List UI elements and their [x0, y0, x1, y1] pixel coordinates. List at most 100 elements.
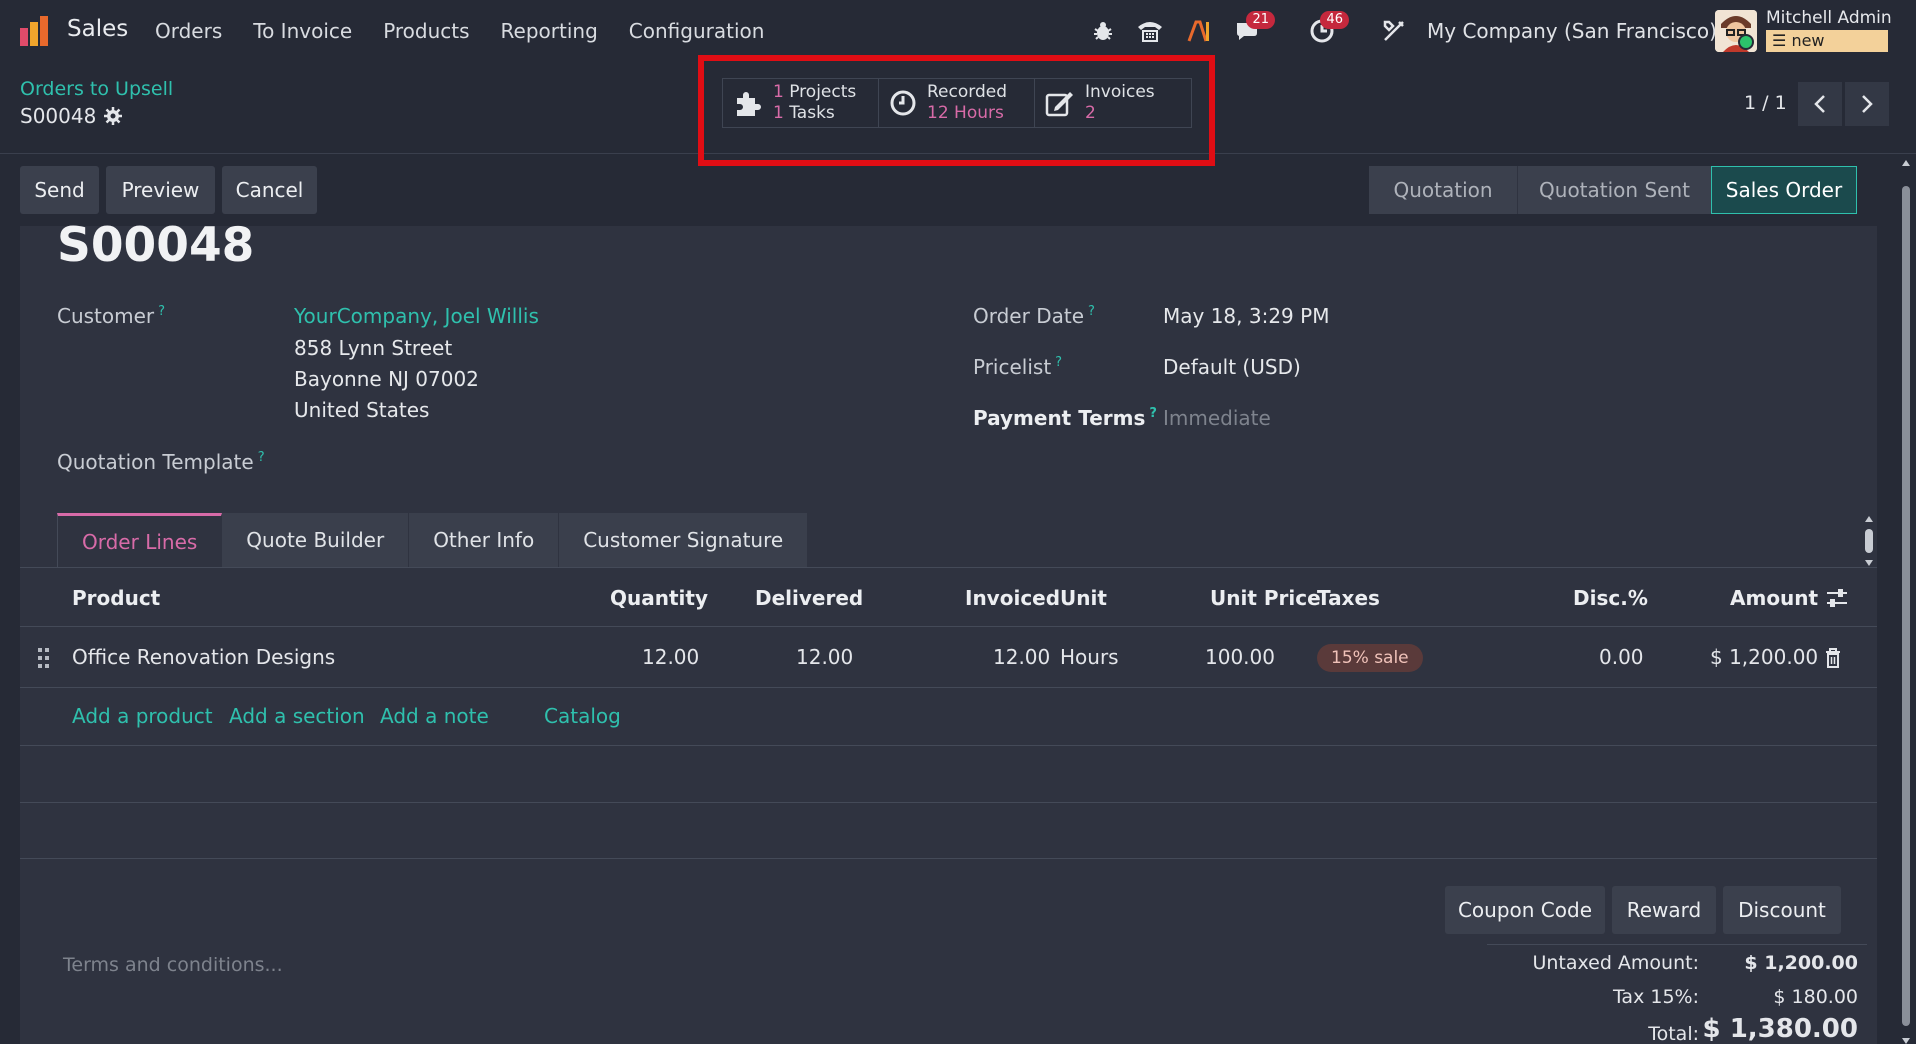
column-unit[interactable]: Unit — [1060, 586, 1107, 610]
menu-orders[interactable]: Orders — [155, 19, 222, 43]
chevron-left-icon — [1814, 95, 1825, 113]
payment-terms-field[interactable]: Immediate — [1163, 406, 1271, 430]
terms-and-conditions-field[interactable]: Terms and conditions... — [63, 954, 283, 976]
pager-next-button[interactable] — [1845, 82, 1889, 126]
recorded-hours-button[interactable]: Recorded 12 Hours — [879, 79, 1035, 127]
tasks-label: Tasks — [789, 103, 835, 123]
tab-other-info[interactable]: Other Info — [409, 513, 560, 567]
pricelist-label: Pricelist? — [973, 355, 1062, 379]
column-unit-price[interactable]: Unit Price — [1210, 586, 1321, 610]
page-scrollbar[interactable] — [1900, 160, 1912, 1044]
help-icon[interactable]: ? — [1149, 406, 1157, 421]
discount-button[interactable]: Discount — [1723, 886, 1841, 934]
menu-configuration[interactable]: Configuration — [629, 19, 765, 43]
reward-button[interactable]: Reward — [1612, 886, 1716, 934]
quotation-template-field[interactable] — [294, 450, 894, 476]
menu-to-invoice[interactable]: To Invoice — [253, 19, 352, 43]
gear-icon[interactable] — [104, 107, 123, 125]
pricelist-field[interactable]: Default (USD) — [1163, 355, 1301, 379]
add-product-link[interactable]: Add a product — [72, 704, 213, 728]
row-unit[interactable]: Hours — [1060, 645, 1119, 669]
tabs-scrollbar[interactable] — [1862, 516, 1876, 566]
column-delivered[interactable]: Delivered — [755, 586, 863, 610]
status-bar: Quotation Quotation Sent Sales Order — [1369, 166, 1857, 214]
tax-tag[interactable]: 15% sale — [1317, 644, 1423, 672]
record-breadcrumb: S00048 — [20, 104, 123, 128]
coupon-code-button[interactable]: Coupon Code — [1445, 886, 1605, 934]
messages-icon[interactable]: 21 — [1233, 11, 1275, 48]
add-note-link[interactable]: Add a note — [380, 704, 489, 728]
control-panel: Orders to Upsell S00048 1 Projects 1 Tas… — [0, 55, 1916, 166]
form-sheet: S00048 Customer? YourCompany, Joel Willi… — [20, 218, 1877, 1044]
app-name[interactable]: Sales — [67, 16, 128, 42]
pager-value[interactable]: 1 / 1 — [1744, 92, 1787, 114]
menu-reporting[interactable]: Reporting — [501, 19, 598, 43]
tax-label: Tax 15%: — [1612, 986, 1699, 1008]
company-switcher[interactable]: My Company (San Francisco) — [1427, 19, 1717, 43]
stage-quotation[interactable]: Quotation — [1369, 166, 1517, 214]
help-icon[interactable]: ? — [1088, 304, 1095, 319]
cancel-button[interactable]: Cancel — [222, 166, 317, 214]
trash-icon[interactable] — [1825, 648, 1841, 668]
table-row[interactable]: Office Renovation Designs 12.00 12.00 12… — [20, 628, 1877, 688]
optional-columns-icon[interactable] — [1826, 588, 1848, 608]
help-icon[interactable]: ? — [1055, 355, 1062, 370]
phone-icon[interactable] — [1135, 14, 1165, 48]
notebook-tabs: Order Lines Quote Builder Other Info Cus… — [57, 513, 809, 567]
tasks-count: 1 — [773, 103, 784, 123]
tab-quote-builder[interactable]: Quote Builder — [222, 513, 410, 567]
stage-sales-order[interactable]: Sales Order — [1711, 166, 1857, 214]
column-discount[interactable]: Disc.% — [1573, 586, 1648, 610]
add-section-link[interactable]: Add a section — [229, 704, 365, 728]
pager-previous-button[interactable] — [1798, 82, 1842, 126]
customer-link[interactable]: YourCompany, Joel Willis — [294, 304, 539, 328]
stage-quotation-sent[interactable]: Quotation Sent — [1517, 166, 1711, 214]
row-unit-price[interactable]: 100.00 — [1205, 645, 1275, 669]
total-label: Total: — [1648, 1023, 1699, 1044]
row-amount: $ 1,200.00 — [1710, 645, 1819, 669]
column-taxes[interactable]: Taxes — [1317, 586, 1380, 610]
help-icon[interactable]: ? — [258, 450, 265, 465]
edit-icon — [1045, 92, 1073, 117]
activities-icon[interactable]: 46 — [1307, 11, 1349, 48]
tax-value: $ 180.00 — [1773, 986, 1858, 1008]
help-icon[interactable]: ? — [158, 304, 165, 319]
add-line-row: Add a product Add a section Add a note C… — [20, 688, 1877, 746]
smart-buttons: 1 Projects 1 Tasks Recorded 12 Hours Inv… — [722, 78, 1192, 128]
action-bar: Send Preview Cancel Quotation Quotation … — [0, 154, 1916, 226]
menu-products[interactable]: Products — [383, 19, 469, 43]
order-date-label-text: Order Date — [973, 304, 1084, 328]
row-delivered[interactable]: 12.00 — [796, 645, 853, 669]
invoices-count: 2 — [1085, 103, 1096, 123]
untaxed-amount-label: Untaxed Amount: — [1532, 952, 1699, 974]
debug-icon[interactable] — [1092, 14, 1114, 48]
order-date-field[interactable]: May 18, 3:29 PM — [1163, 304, 1329, 328]
row-discount[interactable]: 0.00 — [1599, 645, 1644, 669]
row-invoiced: 12.00 — [993, 645, 1051, 669]
user-name[interactable]: Mitchell Admin — [1766, 8, 1892, 28]
row-product[interactable]: Office Renovation Designs — [72, 645, 335, 669]
total-value: $ 1,380.00 — [1702, 1014, 1858, 1044]
breadcrumb-orders-to-upsell[interactable]: Orders to Upsell — [20, 78, 173, 100]
row-quantity[interactable]: 12.00 — [642, 645, 699, 669]
tab-order-lines[interactable]: Order Lines — [57, 513, 223, 567]
database-name: ☰ new — [1766, 30, 1888, 52]
column-amount[interactable]: Amount — [1730, 586, 1818, 610]
column-quantity[interactable]: Quantity — [610, 586, 708, 610]
address-line2: Bayonne NJ 07002 — [294, 367, 479, 391]
tools-icon[interactable] — [1380, 14, 1408, 48]
tab-customer-signature[interactable]: Customer Signature — [559, 513, 809, 567]
preview-button[interactable]: Preview — [106, 166, 215, 214]
sales-app-icon[interactable] — [18, 14, 52, 48]
column-invoiced[interactable]: Invoiced — [965, 586, 1060, 610]
chevron-right-icon — [1862, 95, 1873, 113]
projects-tasks-button[interactable]: 1 Projects 1 Tasks — [723, 79, 879, 127]
activities-badge: 46 — [1320, 11, 1349, 29]
catalog-link[interactable]: Catalog — [544, 704, 621, 728]
column-product[interactable]: Product — [72, 586, 160, 610]
customer-label: Customer? — [57, 304, 165, 328]
send-button[interactable]: Send — [20, 166, 99, 214]
ai-icon[interactable] — [1186, 14, 1212, 48]
invoices-button[interactable]: Invoices 2 — [1035, 79, 1191, 127]
drag-handle-icon[interactable] — [38, 648, 50, 668]
